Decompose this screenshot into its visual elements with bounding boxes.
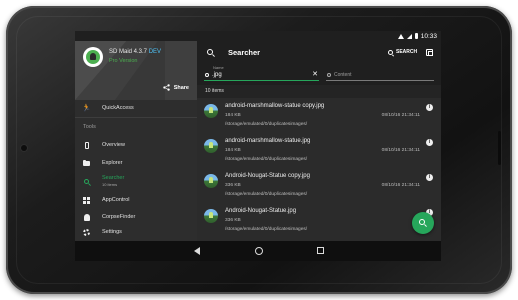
file-size: 184 KB [225, 148, 241, 153]
list-item[interactable]: android-marshmallow-statue.jpg 184 KB /s… [197, 133, 441, 168]
share-label: Share [173, 84, 189, 91]
file-path: /storage/emulated/0/duplicatesimages/ [225, 192, 308, 197]
search-icon [207, 49, 213, 55]
file-name: android-marshmallow-statue copy.jpg [225, 103, 325, 109]
ghost-icon [83, 213, 90, 221]
search-action-label: SEARCH [396, 49, 418, 55]
search-fab-button[interactable] [412, 212, 434, 234]
nav-item-sublabel: 10 items [102, 182, 118, 187]
nav-item-label: QuickAccess [102, 105, 134, 111]
image-thumbnail [204, 209, 218, 223]
nav-item-settings[interactable]: Settings [75, 224, 197, 240]
search-icon [388, 49, 393, 55]
share-icon [162, 84, 170, 91]
file-date: 08/10/16 21:34:11 [381, 183, 420, 188]
front-camera [21, 145, 27, 151]
status-time: 10:33 [420, 32, 437, 40]
file-name: Android-Nougat-Statue copy.jpg [225, 173, 310, 179]
dev-tag: DEV [148, 49, 162, 55]
nav-divider [75, 117, 197, 118]
results-list: android-marshmallow-statue copy.jpg 184 … [197, 98, 441, 241]
list-item[interactable]: android-marshmallow-statue copy.jpg 184 … [197, 98, 441, 133]
status-icons: 10:33 [397, 31, 437, 41]
nav-item-label: Settings [102, 229, 122, 235]
info-icon[interactable]: i [426, 139, 433, 146]
info-icon[interactable]: i [426, 174, 433, 181]
back-icon[interactable] [194, 247, 200, 255]
clear-icon[interactable]: ✕ [312, 71, 318, 79]
file-path: /storage/emulated/0/duplicatesimages/ [225, 227, 308, 232]
results-count: 10 items [205, 88, 224, 94]
image-thumbnail [204, 174, 218, 188]
nav-item-label: Searcher [102, 175, 125, 181]
image-thumbnail [204, 104, 218, 118]
navigation-drawer: SD Maid 4.3.7 DEV Pro Version Share 🏃 Qu… [75, 31, 197, 241]
file-name: Android-Nougat-Statue.jpg [225, 208, 297, 214]
nav-item-overview[interactable]: Overview [75, 137, 197, 153]
nav-item-quickaccess[interactable]: 🏃 QuickAccess [75, 100, 197, 116]
info-icon[interactable]: i [426, 104, 433, 111]
status-bar: 10:33 [75, 31, 441, 41]
search-icon [327, 73, 331, 77]
search-icon [419, 219, 425, 225]
run-icon: 🏃 [82, 104, 91, 112]
list-item[interactable]: Android-Nougat-Statue.jpg 336 KB /storag… [197, 203, 441, 238]
wifi-icon [397, 33, 404, 39]
name-field-label: Name [213, 65, 224, 70]
speaker-grille [498, 131, 501, 165]
app-name: SD Maid 4.3.7 DEV [109, 49, 161, 55]
drawer-header: SD Maid 4.3.7 DEV Pro Version Share [75, 31, 197, 100]
gear-icon [83, 228, 90, 236]
grid-icon [83, 196, 90, 204]
recent-apps-icon[interactable] [317, 247, 324, 254]
phone-icon [83, 141, 90, 149]
home-icon[interactable] [255, 247, 263, 255]
image-thumbnail [204, 139, 218, 153]
system-nav-bar [75, 241, 441, 261]
device-screen: SD Maid 4.3.7 DEV Pro Version Share 🏃 Qu… [75, 31, 441, 261]
page-title: Searcher [228, 48, 261, 57]
nav-item-label: CorpseFinder [102, 214, 136, 220]
file-path: /storage/emulated/0/duplicatesimages/ [225, 157, 308, 162]
app-version-text: SD Maid 4.3.7 [109, 49, 148, 55]
nav-item-label: Overview [102, 142, 125, 148]
file-path: /storage/emulated/0/duplicatesimages/ [225, 122, 308, 127]
name-filter-input[interactable]: .jpg ✕ [204, 71, 319, 81]
search-icon [83, 178, 90, 185]
search-icon [205, 73, 209, 77]
signal-icon [406, 33, 412, 39]
nav-item-appcontrol[interactable]: AppControl [75, 192, 197, 208]
share-button[interactable]: Share [162, 84, 189, 91]
file-date: 08/10/16 21:34:11 [381, 113, 420, 118]
file-size: 336 KB [225, 183, 241, 188]
filter-bar: Name .jpg ✕ Content [197, 65, 441, 85]
file-size: 184 KB [225, 113, 241, 118]
content-filter-placeholder: Content [334, 72, 352, 78]
results-count-bar: 10 items [197, 85, 441, 98]
nav-item-label: Explorer [102, 160, 123, 166]
list-item[interactable]: Android-Nougat-Statue copy.jpg 336 KB /s… [197, 168, 441, 203]
header-decoration [115, 31, 165, 100]
nav-item-corpsefinder[interactable]: CorpseFinder [75, 209, 197, 225]
app-edition: Pro Version [109, 58, 138, 64]
app-logo-icon [83, 47, 103, 67]
file-name: android-marshmallow-statue.jpg [225, 138, 311, 144]
nav-section-tools: Tools [83, 124, 96, 130]
file-date: 08/10/16 21:34:11 [381, 148, 420, 153]
nav-item-label: AppControl [102, 197, 130, 203]
app-toolbar: Searcher SEARCH [197, 41, 441, 65]
content-filter-input[interactable]: Content [326, 72, 434, 81]
file-size: 336 KB [225, 218, 241, 223]
name-filter-value: .jpg [212, 72, 222, 78]
folder-icon [83, 159, 90, 167]
nav-item-searcher[interactable]: Searcher 10 items [75, 172, 197, 190]
nav-item-explorer[interactable]: Explorer [75, 155, 197, 171]
battery-icon [414, 33, 418, 39]
select-all-icon[interactable] [426, 49, 433, 56]
search-action-button[interactable]: SEARCH [388, 49, 417, 55]
